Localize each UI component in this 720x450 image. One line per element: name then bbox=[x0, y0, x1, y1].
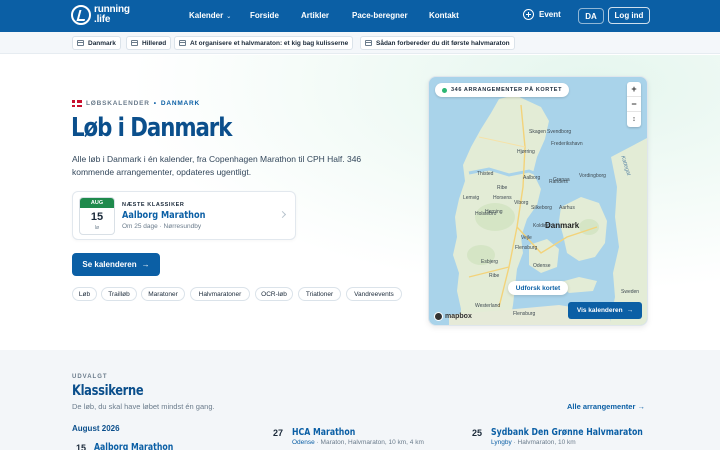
add-event-button[interactable]: Event bbox=[523, 9, 561, 20]
map-label: Ribe bbox=[489, 273, 500, 279]
tag-traillob[interactable]: Trailløb bbox=[101, 287, 137, 301]
map-label: Skagen bbox=[529, 129, 546, 135]
section-kicker: UDVALGT bbox=[72, 374, 108, 380]
nav-link-pace[interactable]: Pace-beregner bbox=[352, 11, 408, 20]
breadcrumb-section[interactable]: LØBSKALENDER bbox=[86, 100, 150, 107]
tag-vandreevents[interactable]: Vandreevents bbox=[346, 287, 402, 301]
top-nav: running .life Kalender ⌄ Forside Artikler… bbox=[0, 0, 720, 32]
zoom-out-button[interactable]: − bbox=[627, 97, 641, 112]
denmark-flag-icon bbox=[72, 100, 82, 107]
map-label: Ribe bbox=[497, 185, 508, 191]
map-country-label: Danmark bbox=[545, 221, 580, 230]
map-label: Aarhus bbox=[559, 205, 575, 211]
event-title-link[interactable]: HCA Marathon bbox=[292, 427, 355, 438]
view-calendar-button[interactable]: Vis kalenderen → bbox=[568, 302, 642, 319]
tag-ocr[interactable]: OCR-løb bbox=[255, 287, 293, 301]
map-count-pill: 346 ARRANGEMENTER PÅ KORTET bbox=[435, 83, 570, 97]
all-events-link[interactable]: Alle arrangementer → bbox=[567, 402, 645, 411]
compass-reset-button[interactable]: ↕ bbox=[627, 112, 641, 127]
arrow-right-icon: → bbox=[141, 260, 150, 269]
month-heading: August 2026 bbox=[72, 424, 120, 433]
chip-article-halvmaraton-kulisser[interactable]: At organisere et halvmaraton: et kig bag… bbox=[174, 36, 354, 50]
tag-triatloner[interactable]: Triatloner bbox=[298, 287, 341, 301]
event-day: 15 bbox=[76, 443, 87, 450]
tag-maratoner[interactable]: Maratoner bbox=[141, 287, 185, 301]
runner-logo-icon bbox=[71, 5, 91, 25]
nav-link-artikler[interactable]: Artikler bbox=[301, 11, 329, 20]
chip-article-forste-halvmaraton[interactable]: Sådan forbereder du dit første halvmarat… bbox=[360, 36, 515, 50]
map-label: Hjørring bbox=[517, 149, 535, 155]
chip-danmark[interactable]: Danmark bbox=[72, 36, 121, 50]
nav-link-kontakt[interactable]: Kontakt bbox=[429, 11, 459, 20]
map-label: Svendborg bbox=[547, 129, 572, 135]
page-title: Løb i Danmark bbox=[71, 113, 232, 143]
map-label: Aalborg bbox=[523, 175, 541, 181]
event-title-link[interactable]: Aalborg Marathon bbox=[94, 442, 173, 450]
calendar-icon bbox=[77, 40, 84, 46]
chip-hillerod[interactable]: Hillerød bbox=[126, 36, 172, 50]
chevron-right-icon bbox=[278, 210, 287, 219]
map-label: Horsens bbox=[493, 195, 512, 201]
subnav-chips: Danmark Hillerød At organisere et halvma… bbox=[0, 32, 720, 54]
login-button[interactable]: Log ind bbox=[608, 7, 650, 24]
map-label: Silkeborg bbox=[531, 205, 552, 211]
map-label: Frederikshavn bbox=[551, 141, 583, 147]
page-lead: Alle løb i Danmark i én kalender, fra Co… bbox=[72, 154, 362, 177]
event-day: 25 bbox=[472, 428, 483, 438]
calendar-icon bbox=[131, 40, 138, 46]
map-zoom-controls: + − ↕ bbox=[627, 82, 641, 127]
map-label: Lemvig bbox=[463, 195, 480, 201]
tag-halvmaratoner[interactable]: Halvmaratoner bbox=[190, 287, 250, 301]
event-meta: Odense · Maraton, Halvmaraton, 10 km, 4 … bbox=[292, 439, 424, 446]
article-icon bbox=[365, 40, 372, 46]
map-label: Westerland bbox=[475, 303, 501, 309]
logo[interactable]: running .life bbox=[71, 5, 130, 25]
tag-lob[interactable]: Løb bbox=[72, 287, 97, 301]
map-label: Sweden bbox=[621, 289, 640, 295]
map-label: Vordingborg bbox=[579, 173, 606, 179]
map-label: Thisted bbox=[477, 171, 494, 177]
chevron-down-icon: ⌄ bbox=[226, 14, 232, 20]
zoom-in-button[interactable]: + bbox=[627, 82, 641, 97]
mapbox-logo-icon bbox=[434, 312, 443, 321]
logo-text-line2: .life bbox=[94, 14, 111, 25]
map-label: Viborg bbox=[514, 200, 529, 206]
card-title: Aalborg Marathon bbox=[122, 210, 206, 221]
event-day: 27 bbox=[273, 428, 284, 438]
arrow-right-icon: → bbox=[626, 307, 634, 314]
language-switch[interactable]: DA bbox=[578, 8, 604, 24]
map-label: Esbjerg bbox=[481, 259, 498, 265]
section-subtitle: De løb, du skal have løbet mindst én gan… bbox=[72, 402, 215, 411]
map-label: Randers bbox=[549, 179, 568, 185]
card-meta: Om 25 dage · Nørresundby bbox=[122, 223, 202, 230]
next-classic-card[interactable]: AUG 15 lø NÆSTE KLASSIKER Aalborg Marath… bbox=[72, 191, 296, 240]
plus-circle-icon bbox=[523, 9, 534, 20]
breadcrumb-country[interactable]: DANMARK bbox=[161, 100, 200, 107]
map-label: Herning bbox=[485, 209, 503, 215]
see-calendar-button[interactable]: Se kalenderen → bbox=[72, 253, 160, 276]
map-label: Vejle bbox=[521, 235, 532, 241]
mapbox-attribution[interactable]: mapbox bbox=[434, 312, 472, 321]
event-title-link[interactable]: Sydbank Den Grønne Halvmaraton bbox=[491, 427, 643, 438]
breadcrumb: LØBSKALENDER • DANMARK bbox=[72, 100, 200, 107]
explore-map-button[interactable]: Udforsk kortet bbox=[508, 281, 568, 295]
map-label: Flensburg bbox=[515, 245, 538, 251]
section-title: Klassikerne bbox=[72, 383, 144, 399]
date-badge: AUG 15 lø bbox=[79, 197, 115, 235]
events-map[interactable]: Skagen Frederikshavn Hjørring Svendborg … bbox=[428, 76, 648, 326]
map-label: Flensburg bbox=[513, 311, 536, 317]
article-icon bbox=[179, 40, 186, 46]
nav-link-forside[interactable]: Forside bbox=[250, 11, 279, 20]
event-meta: Lyngby · Halvmaraton, 10 km bbox=[491, 439, 576, 446]
green-dot-icon bbox=[442, 87, 447, 93]
map-label: Odense bbox=[533, 263, 551, 269]
card-kicker: NÆSTE KLASSIKER bbox=[122, 202, 185, 208]
nav-link-kalender[interactable]: Kalender ⌄ bbox=[189, 11, 231, 20]
